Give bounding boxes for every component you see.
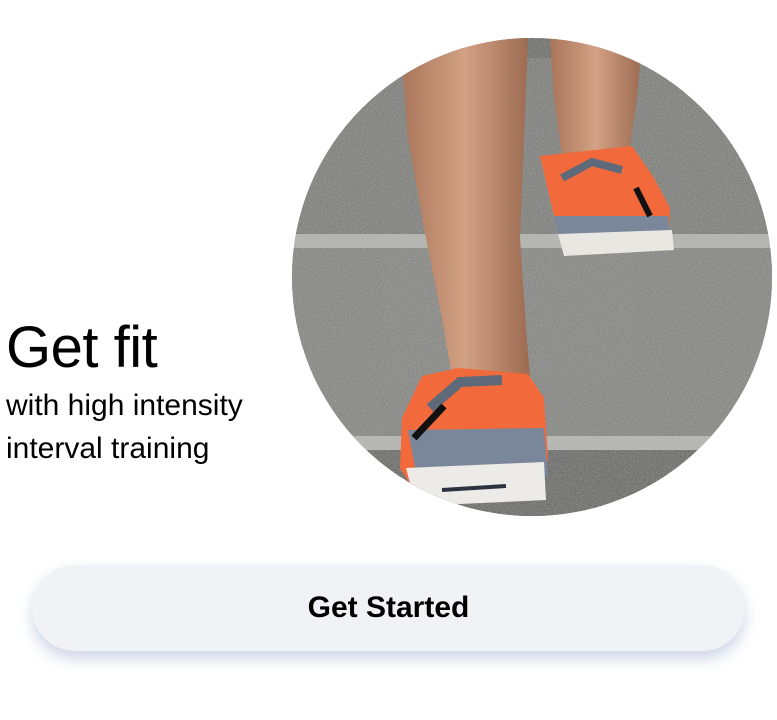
running-shoes-photo-icon bbox=[292, 38, 772, 516]
headline-title: Get fit bbox=[6, 315, 158, 380]
headline: Get fit with high intensity interval tra… bbox=[6, 316, 296, 470]
headline-subtitle: with high intensity interval training bbox=[6, 389, 243, 465]
get-started-button[interactable]: Get Started bbox=[32, 565, 745, 651]
hero-photo bbox=[292, 38, 772, 516]
onboarding-screen: Get fit with high intensity interval tra… bbox=[0, 0, 777, 720]
